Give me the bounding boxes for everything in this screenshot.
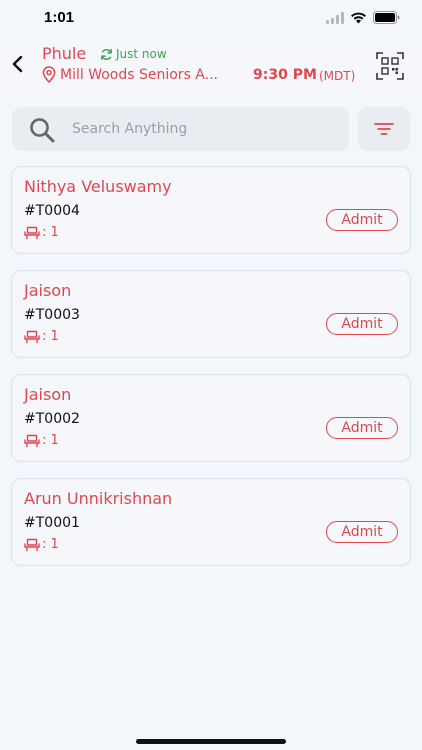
sync-status-label: Just now (116, 47, 167, 61)
ticket-id: #T0001 (24, 515, 80, 531)
location-label: Mill Woods Seniors A... (60, 66, 218, 83)
cellular-signal-icon (326, 11, 344, 24)
ticket-card[interactable]: Arun Unnikrishnan #T0001 : 1 Admit (11, 478, 411, 566)
sync-status[interactable]: Just now (100, 47, 167, 61)
admit-button[interactable]: Admit (326, 521, 398, 543)
search-icon (30, 118, 55, 143)
admit-button[interactable]: Admit (326, 209, 398, 231)
attendee-name: Arun Unnikrishnan (24, 489, 173, 508)
ticket-id: #T0002 (24, 411, 80, 427)
location-pin-icon (42, 66, 56, 83)
ticket-card[interactable]: Nithya Veluswamy #T0004 : 1 Admit (11, 166, 411, 254)
status-bar: 1:01 (0, 0, 422, 38)
header: Phule Just now Mill Woods Seniors A... 9… (0, 38, 422, 92)
seat-icon (24, 538, 40, 551)
seat-count: : 1 (24, 537, 59, 552)
seat-count: : 1 (24, 329, 59, 344)
filter-button[interactable] (358, 107, 410, 151)
event-time: 9:30 PM (253, 67, 317, 83)
seat-count-value: : 1 (42, 537, 59, 552)
ticket-card[interactable]: Jaison #T0003 : 1 Admit (11, 270, 411, 358)
seat-icon (24, 330, 40, 343)
status-icons (326, 11, 400, 24)
wifi-icon (351, 12, 366, 23)
battery-icon (373, 11, 400, 24)
attendee-name: Jaison (24, 385, 72, 404)
filter-icon (374, 123, 394, 135)
ticket-card[interactable]: Jaison #T0002 : 1 Admit (11, 374, 411, 462)
admit-button[interactable]: Admit (326, 313, 398, 335)
ticket-id: #T0004 (24, 203, 80, 219)
seat-count-value: : 1 (42, 433, 59, 448)
back-arrow-icon[interactable] (8, 53, 28, 75)
page-title: Phule (42, 44, 87, 63)
home-indicator[interactable] (136, 739, 286, 744)
seat-icon (24, 434, 40, 447)
attendee-name: Nithya Veluswamy (24, 177, 172, 196)
search-input[interactable] (72, 107, 332, 151)
search-bar (12, 107, 349, 151)
seat-count: : 1 (24, 433, 59, 448)
seat-count-value: : 1 (42, 225, 59, 240)
status-time: 1:01 (44, 9, 75, 26)
sync-icon (101, 48, 112, 60)
seat-count-value: : 1 (42, 329, 59, 344)
seat-count: : 1 (24, 225, 59, 240)
location-selector[interactable]: Mill Woods Seniors A... (42, 66, 238, 83)
ticket-id: #T0003 (24, 307, 80, 323)
attendee-name: Jaison (24, 281, 72, 300)
admit-button[interactable]: Admit (326, 417, 398, 439)
qr-scan-icon[interactable] (376, 52, 404, 80)
seat-icon (24, 226, 40, 239)
timezone-label: (MDT) (319, 69, 356, 83)
